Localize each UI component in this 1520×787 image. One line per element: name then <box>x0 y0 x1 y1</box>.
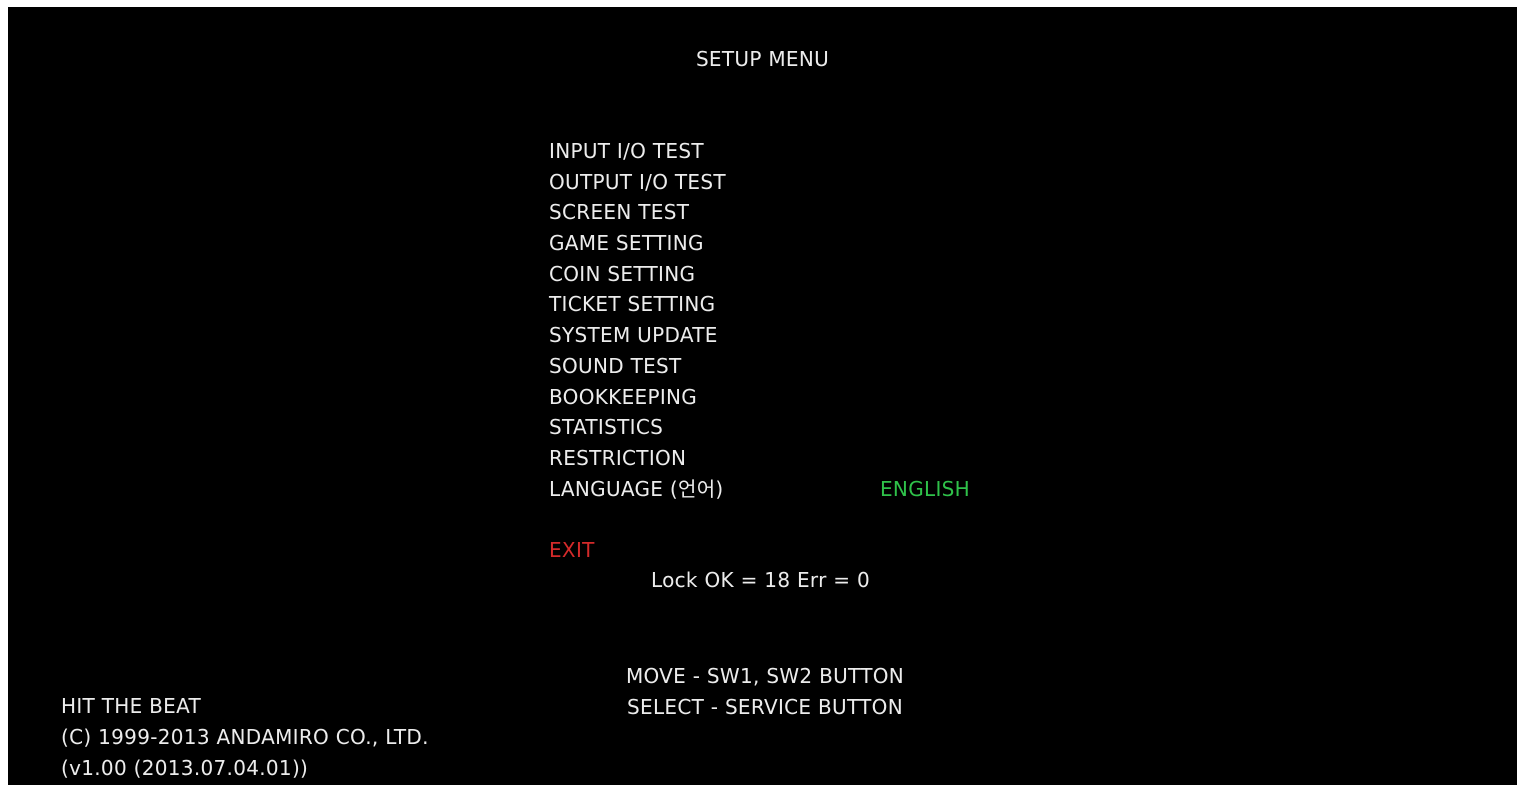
help-move: MOVE - SW1, SW2 BUTTON <box>625 664 905 688</box>
copyright-text: (C) 1999-2013 ANDAMIRO CO., LTD. <box>61 725 429 749</box>
setup-menu: INPUT I/O TEST OUTPUT I/O TEST SCREEN TE… <box>549 136 970 505</box>
menu-item-ticket-setting[interactable]: TICKET SETTING <box>549 289 726 320</box>
game-name: HIT THE BEAT <box>61 694 202 718</box>
menu-item-label: TICKET SETTING <box>549 292 716 317</box>
menu-item-restriction[interactable]: RESTRICTION <box>549 443 726 474</box>
menu-item-bookkeeping[interactable]: BOOKKEEPING <box>549 382 726 413</box>
page-title: SETUP MENU <box>695 47 830 71</box>
menu-item-input-io-test[interactable]: INPUT I/O TEST <box>549 136 726 167</box>
exit-menu-item[interactable]: EXIT <box>549 535 595 565</box>
menu-item-output-io-test[interactable]: OUTPUT I/O TEST <box>549 167 726 198</box>
menu-item-coin-setting[interactable]: COIN SETTING <box>549 259 726 290</box>
setup-screen: SETUP MENU INPUT I/O TEST OUTPUT I/O TES… <box>8 7 1517 785</box>
footer-info: HIT THE BEAT (C) 1999-2013 ANDAMIRO CO.,… <box>61 691 429 784</box>
menu-item-label: LANGUAGE (언어) <box>549 476 724 501</box>
menu-item-label: BOOKKEEPING <box>549 384 698 409</box>
menu-item-label: RESTRICTION <box>549 445 687 470</box>
menu-item-game-setting[interactable]: GAME SETTING <box>549 228 726 259</box>
menu-item-sound-test[interactable]: SOUND TEST <box>549 351 726 382</box>
menu-item-system-update[interactable]: SYSTEM UPDATE <box>549 320 726 351</box>
menu-item-label: SYSTEM UPDATE <box>549 323 718 348</box>
menu-item-label: SCREEN TEST <box>549 200 690 225</box>
language-value[interactable]: ENGLISH <box>880 474 970 505</box>
menu-item-label: OUTPUT I/O TEST <box>549 169 726 194</box>
menu-item-statistics[interactable]: STATISTICS <box>549 412 726 443</box>
menu-item-label: GAME SETTING <box>549 231 704 256</box>
menu-item-screen-test[interactable]: SCREEN TEST <box>549 197 726 228</box>
menu-item-language[interactable]: LANGUAGE (언어) ENGLISH <box>549 474 970 505</box>
menu-item-label: SOUND TEST <box>549 353 682 378</box>
lock-status: Lock OK = 18 Err = 0 <box>651 568 871 592</box>
menu-item-label: STATISTICS <box>549 415 664 440</box>
menu-item-label: INPUT I/O TEST <box>549 139 704 163</box>
menu-item-label: COIN SETTING <box>549 261 696 286</box>
version-text: (v1.00 (2013.07.04.01)) <box>61 756 309 780</box>
